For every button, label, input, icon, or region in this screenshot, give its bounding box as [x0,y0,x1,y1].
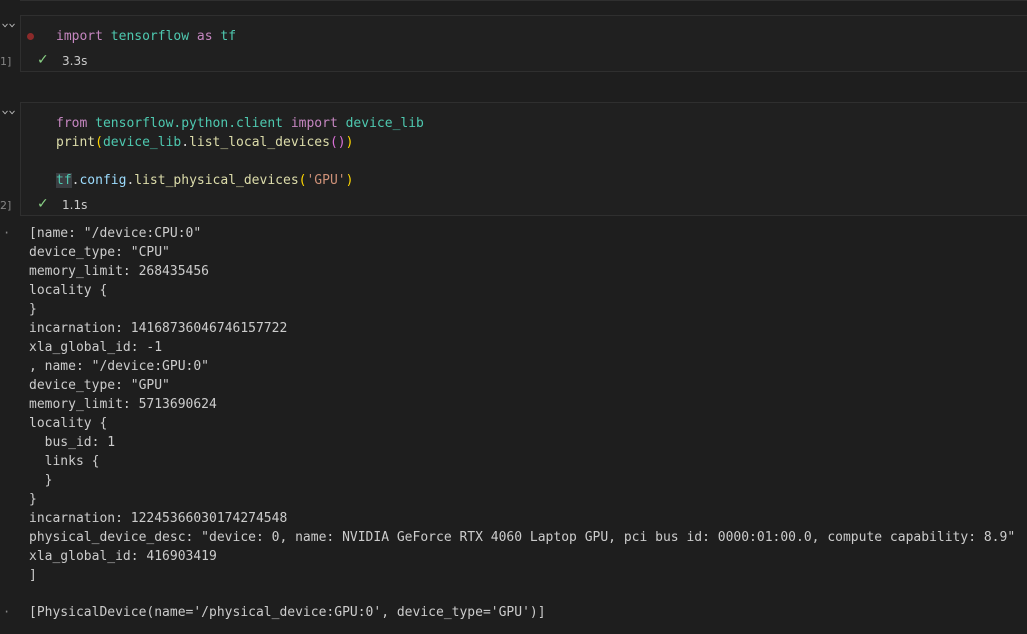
output-menu-dot[interactable]: · [3,226,10,240]
breakpoint-dot-icon[interactable] [27,33,34,40]
code-line[interactable]: print(device_lib.list_local_devices()) [56,133,353,152]
execution-count: 1] [0,55,12,68]
check-icon: ✓ [37,196,49,212]
cell-output-result: [PhysicalDevice(name='/physical_device:G… [29,605,546,620]
cell-output-text: [name: "/device:CPU:0" device_type: "CPU… [29,226,1016,583]
check-icon: ✓ [37,52,49,68]
chevron-down-icon[interactable]: ⌄ [8,105,16,116]
code-line[interactable]: tf.config.list_physical_devices('GPU') [56,171,353,190]
execution-time: 1.1s [62,198,88,212]
code-line[interactable]: import tensorflow as tf [56,27,236,46]
chevron-down-icon[interactable]: ⌄ [8,18,16,29]
code-cell-2[interactable]: from tensorflow.python.client import dev… [20,102,1027,216]
top-border [20,0,1027,1]
output-menu-dot[interactable]: · [3,605,10,619]
code-line[interactable]: from tensorflow.python.client import dev… [56,114,424,133]
code-cell-1[interactable]: import tensorflow as tf ✓ 3.3s [20,15,1027,72]
execution-count: 2] [0,199,12,212]
execution-time: 3.3s [62,54,88,68]
